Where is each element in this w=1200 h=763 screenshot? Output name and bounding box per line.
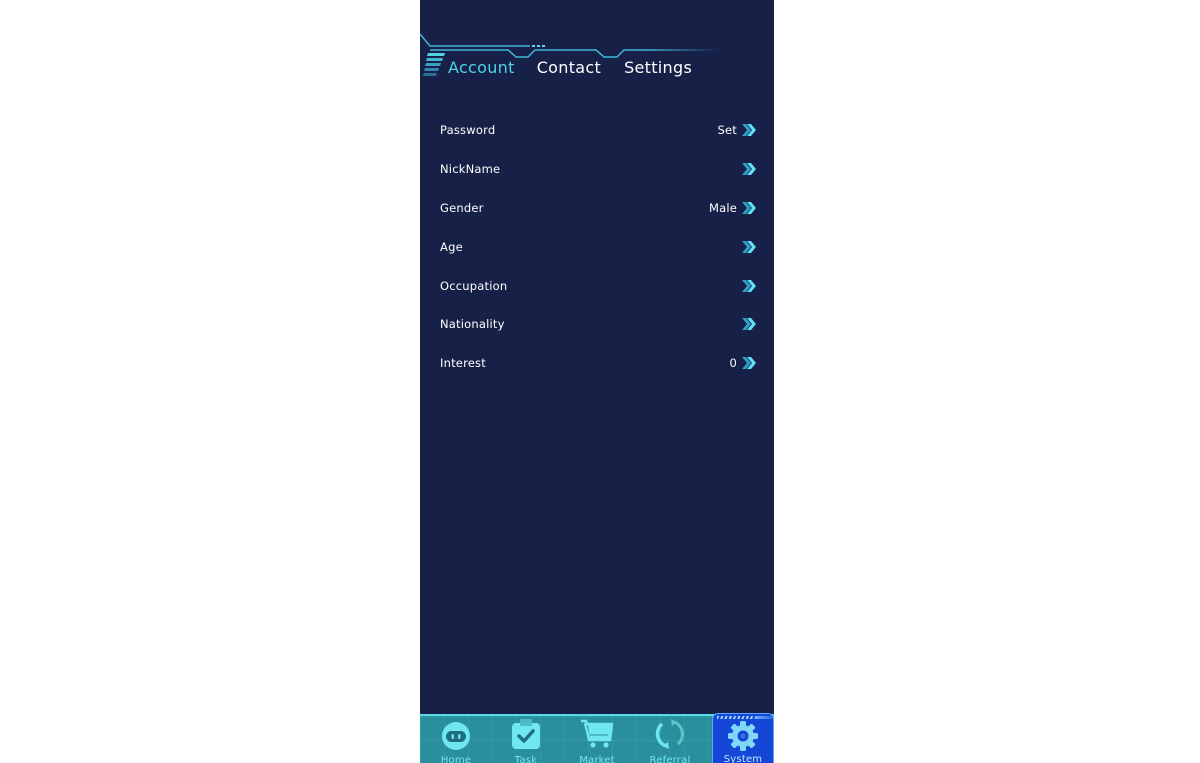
top-tabs: Account Contact Settings [448, 58, 692, 77]
active-indicator-bar [755, 716, 774, 719]
double-chevron-right-icon [742, 318, 756, 331]
double-chevron-right-icon [742, 357, 756, 370]
row-label: Occupation [440, 278, 508, 293]
clipboard-check-icon [512, 719, 540, 749]
tab-settings[interactable]: Settings [624, 58, 692, 77]
robot-face-icon [442, 722, 470, 750]
row-password[interactable]: Password Set [420, 111, 774, 150]
row-label: Age [440, 239, 463, 254]
row-nationality[interactable]: Nationality [420, 305, 774, 344]
row-gender[interactable]: Gender Male [420, 189, 774, 228]
double-chevron-right-icon [742, 201, 756, 214]
row-value: 0 [729, 356, 737, 371]
tabbar-label: Task [514, 755, 538, 763]
double-chevron-right-icon [742, 240, 756, 253]
tabbar-item-system[interactable]: System [712, 713, 774, 763]
tabbar-item-market[interactable]: Market [561, 716, 633, 763]
row-interest[interactable]: Interest 0 [420, 344, 774, 383]
active-indicator-stripes [717, 716, 755, 719]
app-screen: Account Contact Settings Password Set Ni… [420, 0, 774, 763]
row-age[interactable]: Age [420, 227, 774, 266]
tab-contact[interactable]: Contact [537, 58, 601, 77]
row-label: NickName [440, 162, 501, 177]
cart-icon [581, 719, 614, 748]
tabbar-item-referral[interactable]: Referral [634, 716, 706, 763]
tabbar-label: System [723, 754, 763, 763]
tabbar-label: Referral [649, 755, 691, 763]
tabbar-label: Market [579, 755, 615, 763]
tabbar-item-task[interactable]: Task [490, 716, 562, 763]
bottom-tab-bar: Home Task Market Referral System [420, 713, 774, 763]
double-chevron-right-icon [742, 163, 756, 176]
tabbar-label: Home [440, 755, 472, 763]
gear-icon [728, 721, 758, 751]
tab-account[interactable]: Account [448, 58, 515, 77]
double-chevron-right-icon [742, 124, 756, 137]
row-value: Set [717, 123, 737, 138]
tabbar-item-home[interactable]: Home [420, 716, 492, 763]
double-chevron-right-icon [742, 279, 756, 292]
account-settings-list: Password Set NickName Gender Male Age Oc… [420, 111, 774, 383]
row-value: Male [708, 200, 737, 215]
refresh-cycle-icon [655, 719, 684, 749]
row-label: Interest [440, 356, 486, 371]
row-label: Gender [440, 200, 484, 215]
row-nickname[interactable]: NickName [420, 150, 774, 189]
row-label: Nationality [440, 317, 505, 332]
row-occupation[interactable]: Occupation [420, 266, 774, 305]
row-label: Password [440, 123, 496, 138]
